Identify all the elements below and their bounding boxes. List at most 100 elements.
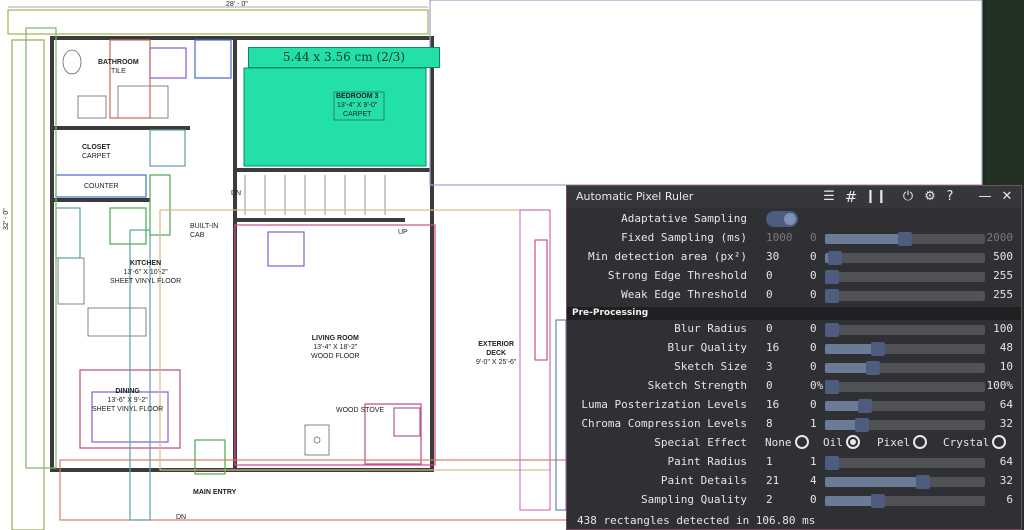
slider-min: 1 [810,455,817,468]
slider-min: 0 [810,250,817,263]
slider-track[interactable] [825,270,985,284]
room-label-closet: CLOSET [82,144,111,151]
slider-handle[interactable] [858,399,872,413]
minimize-icon[interactable]: — [977,189,993,205]
setting-row: Strong Edge Threshold 0 0 255 [567,267,1023,286]
radio-option[interactable]: Oil [823,435,860,449]
radio-option-label: Crystal [943,435,990,449]
slider-track[interactable] [825,475,985,489]
slider-track[interactable] [825,251,985,265]
slider-track[interactable] [825,418,985,432]
slider-handle[interactable] [871,342,885,356]
setting-value: 8 [766,417,773,430]
setting-row: Sampling Quality 2 0 6 [567,491,1023,510]
slider-handle[interactable] [866,361,880,375]
radio-option[interactable]: None [765,435,809,449]
slider-fill [825,477,923,487]
pixel-ruler-panel: Automatic Pixel Ruler ☰ # ❙❙ ⏻ ⚙ ? — ✕ A… [566,185,1022,530]
pause-icon[interactable]: ❙❙ [865,189,887,205]
room-dim-dining: 13'-6" X 9'-2" [107,397,148,404]
slider-handle[interactable] [825,270,839,284]
slider-max: 100% [986,379,1014,392]
setting-label: Adaptative Sampling [621,212,747,225]
slider-track[interactable] [825,380,985,394]
room-dim-deck: 9'-0" X 25'-6" [476,359,517,366]
top-dimension: 28' - 0" [226,1,248,8]
room-label-dining: DINING [115,388,140,395]
filter-icon[interactable]: ☰ [821,189,837,205]
slider-handle[interactable] [871,494,885,508]
radio-option-label: Pixel [877,435,911,449]
slider-max: 2000 [986,231,1014,244]
radio-option[interactable]: Crystal [943,435,1007,449]
slider-track[interactable] [825,289,985,303]
setting-label: Blur Quality [667,341,747,354]
setting-value: 21 [766,474,780,487]
room-dim-bedroom: 13'-4" X 9'-0" [337,102,378,109]
slider-handle[interactable] [855,418,869,432]
setting-label: Weak Edge Threshold [621,288,747,301]
slider-handle[interactable] [825,323,839,337]
setting-row: Blur Quality 16 0 48 [567,339,1023,358]
slider-min: 0 [810,398,817,411]
status-text: 438 rectangles detected in 106.80 ms [577,514,816,527]
slider-min: 0 [810,269,817,282]
setting-value: 2 [766,493,773,506]
setting-row: Weak Edge Threshold 0 0 255 [567,286,1023,305]
slider-track[interactable] [825,456,985,470]
setting-label: Blur Radius [674,322,747,335]
gear-icon[interactable]: ⚙ [922,189,938,205]
setting-row: Paint Radius 1 1 64 [567,453,1023,472]
setting-row: Blur Radius 0 0 100 [567,320,1023,339]
slider-max: 255 [993,269,1013,282]
slider-handle[interactable] [828,251,842,265]
slider-max: 64 [999,398,1013,411]
slider-fill [825,234,905,244]
radio-button-icon[interactable] [845,435,860,449]
grid-icon[interactable]: # [843,189,859,205]
slider-handle[interactable] [898,232,912,246]
builtin-label-2: CAB [190,232,205,239]
slider-track[interactable] [825,399,985,413]
power-icon[interactable]: ⏻ [900,189,916,205]
setting-row: Sketch Size 3 0 10 [567,358,1023,377]
setting-row: Luma Posterization Levels 16 0 64 [567,396,1023,415]
slider-handle[interactable] [825,380,839,394]
slider-track[interactable] [825,342,985,356]
room-label-bedroom: BEDROOM 3 [336,93,379,100]
panel-titlebar[interactable]: Automatic Pixel Ruler ☰ # ❙❙ ⏻ ⚙ ? — ✕ [567,186,1021,208]
radio-button-icon[interactable] [794,435,809,449]
slider-min: 0 [810,288,817,301]
slider-track[interactable] [825,494,985,508]
setting-value: 0 [766,288,773,301]
radio-button-icon[interactable] [913,435,928,449]
slider-track[interactable] [825,361,985,375]
setting-value: 1000 [766,231,793,244]
room-label-kitchen: KITCHEN [130,260,162,267]
radio-button-icon[interactable] [992,435,1007,449]
entry-down-label: DN [176,514,187,521]
setting-value: 16 [766,341,780,354]
stair-down-label: DN [231,190,242,197]
builtin-label: BUILT-IN [190,223,219,230]
setting-row: Min detection area (px²) 30 0 500 [567,248,1023,267]
help-icon[interactable]: ? [942,189,958,205]
room-label-deck: EXTERIOR [478,341,515,348]
counter-label: COUNTER [84,183,119,190]
slider-track[interactable] [825,232,985,246]
slider-handle[interactable] [825,289,839,303]
slider-max: 32 [999,417,1013,430]
setting-value: 16 [766,398,780,411]
slider-min: 0 [810,341,817,354]
adaptive-sampling-toggle[interactable] [766,211,798,227]
room-dim-living: 13'-4" X 18'-2" [313,344,358,351]
measurement-label: 5.44 x 3.56 cm (2/3) [248,47,440,68]
close-icon[interactable]: ✕ [999,189,1015,205]
slider-handle[interactable] [825,456,839,470]
setting-label: Fixed Sampling (ms) [621,231,747,244]
radio-option[interactable]: Pixel [877,435,928,449]
slider-track[interactable] [825,323,985,337]
setting-value: 3 [766,360,773,373]
slider-handle[interactable] [916,475,930,489]
setting-value: 30 [766,250,780,263]
